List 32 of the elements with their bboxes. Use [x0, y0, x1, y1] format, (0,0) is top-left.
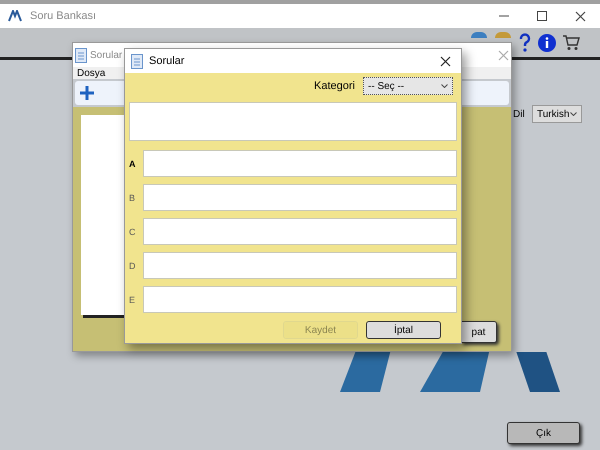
- option-field[interactable]: [143, 184, 457, 211]
- dialog-title: Sorular: [149, 55, 184, 67]
- cancel-button[interactable]: İptal: [366, 321, 441, 339]
- info-icon[interactable]: [538, 34, 556, 52]
- option-field[interactable]: [143, 218, 457, 245]
- close-icon[interactable]: [440, 56, 451, 66]
- help-icon[interactable]: [518, 32, 532, 52]
- menu-item[interactable]: Dosya: [77, 68, 106, 78]
- language-label: Dil: [513, 109, 525, 120]
- option-field[interactable]: [143, 252, 457, 279]
- cart-icon[interactable]: [562, 34, 580, 50]
- document-icon: [75, 48, 87, 62]
- category-label: Kategori: [314, 80, 355, 92]
- option-letter: D: [129, 260, 136, 270]
- window-title: Soru Bankası: [30, 10, 96, 22]
- question-field[interactable]: [129, 102, 457, 141]
- logo-icon: [8, 10, 22, 22]
- option-letter: C: [129, 226, 136, 236]
- exit-button[interactable]: Çık: [507, 422, 580, 444]
- option-field[interactable]: [143, 150, 457, 177]
- option-letter: B: [129, 192, 136, 202]
- maximize-icon[interactable]: [537, 11, 547, 21]
- document-icon: [131, 54, 143, 68]
- option-field[interactable]: [143, 286, 457, 313]
- option-letter: A: [129, 158, 136, 168]
- option-letter: E: [129, 294, 136, 304]
- language-dropdown[interactable]: Turkish: [532, 105, 582, 123]
- window-title: Sorular: [90, 50, 122, 60]
- add-icon[interactable]: [79, 85, 95, 101]
- close-button[interactable]: pat: [461, 321, 497, 343]
- close-icon[interactable]: [575, 10, 586, 22]
- category-dropdown[interactable]: -- Seç --: [363, 77, 453, 95]
